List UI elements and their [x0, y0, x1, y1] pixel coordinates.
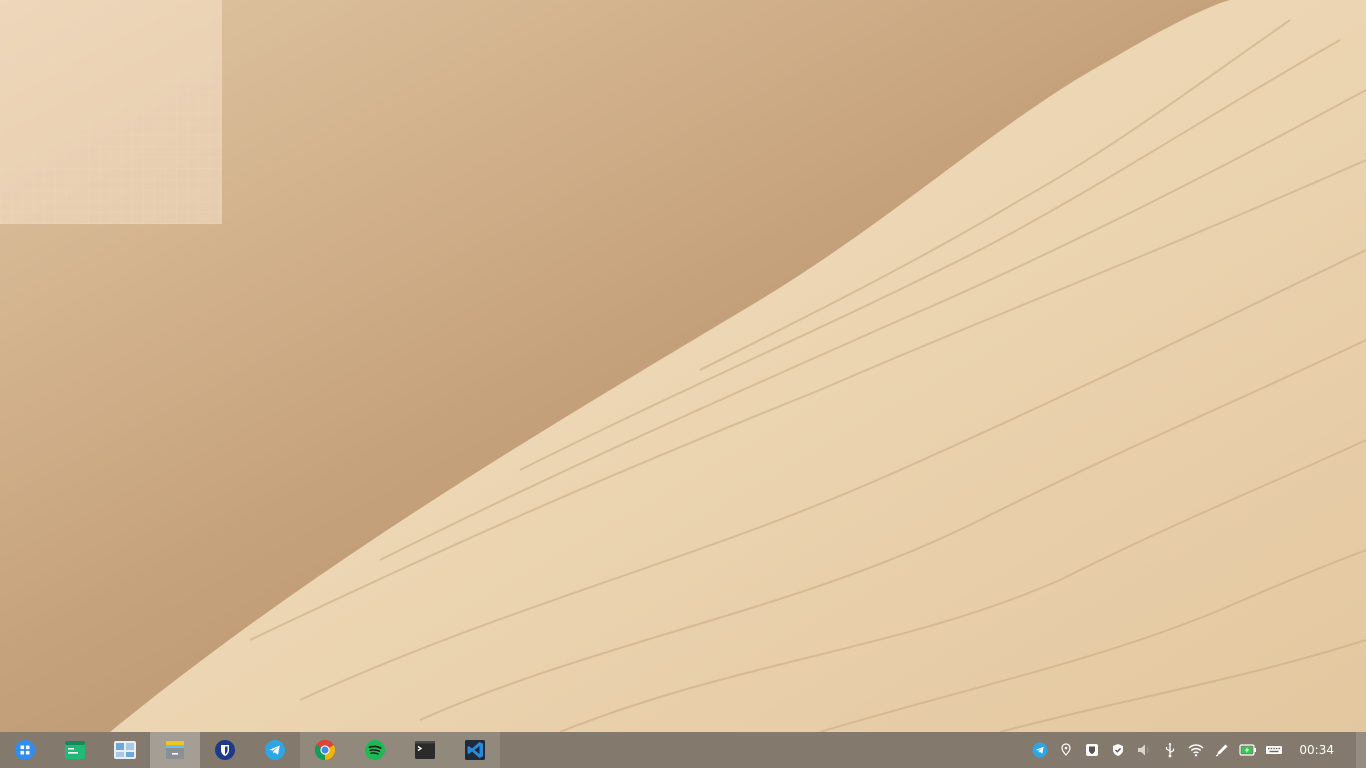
launcher-button[interactable] — [0, 732, 50, 768]
workspaces-icon — [114, 741, 136, 759]
telegram-tray-icon — [1032, 742, 1048, 758]
battery-tray-button[interactable] — [1235, 732, 1261, 768]
system-tray: 00:34 — [1027, 732, 1366, 768]
location-pin-icon — [1061, 743, 1072, 756]
clock[interactable]: 00:34 — [1287, 743, 1356, 757]
location-tray-button[interactable] — [1053, 732, 1079, 768]
usb-icon — [1166, 742, 1175, 758]
pen-icon — [1216, 744, 1228, 757]
multitasking-view-button[interactable] — [100, 732, 150, 768]
bitwarden-tray-icon — [1086, 744, 1099, 756]
bitwarden-button[interactable] — [200, 732, 250, 768]
show-desktop-button[interactable] — [1356, 732, 1366, 768]
wifi-icon — [1188, 744, 1204, 757]
vscode-button[interactable] — [450, 732, 500, 768]
chrome-button[interactable] — [300, 732, 350, 768]
volume-tray-button[interactable] — [1131, 732, 1157, 768]
app-grid-icon — [15, 740, 35, 760]
translucent-overlay — [0, 0, 222, 224]
taskbar: 00:34 — [0, 732, 1366, 768]
volume-icon — [1138, 744, 1149, 756]
spotify-button[interactable] — [350, 732, 400, 768]
terminal-manager-button[interactable] — [50, 732, 100, 768]
telegram-plane-icon — [265, 740, 285, 760]
green-terminal-icon — [65, 741, 85, 759]
security-tray-button[interactable] — [1105, 732, 1131, 768]
shield-check-icon — [1113, 744, 1124, 756]
telegram-button[interactable] — [250, 732, 300, 768]
keyboard-icon — [1266, 746, 1283, 754]
archive-folder-icon — [166, 741, 184, 759]
pen-tray-button[interactable] — [1209, 732, 1235, 768]
battery-charging-icon — [1239, 744, 1257, 756]
bitwarden-tray-button[interactable] — [1079, 732, 1105, 768]
desktop-wallpaper — [0, 0, 1366, 732]
terminal-icon — [415, 741, 435, 759]
telegram-tray-button[interactable] — [1027, 732, 1053, 768]
file-manager-button[interactable] — [150, 732, 200, 768]
spotify-icon — [365, 740, 385, 760]
wifi-tray-button[interactable] — [1183, 732, 1209, 768]
chrome-icon — [314, 739, 336, 761]
keyboard-tray-button[interactable] — [1261, 732, 1287, 768]
vscode-icon — [465, 740, 485, 760]
usb-tray-button[interactable] — [1157, 732, 1183, 768]
terminal-button[interactable] — [400, 732, 450, 768]
bitwarden-shield-icon — [215, 740, 235, 760]
